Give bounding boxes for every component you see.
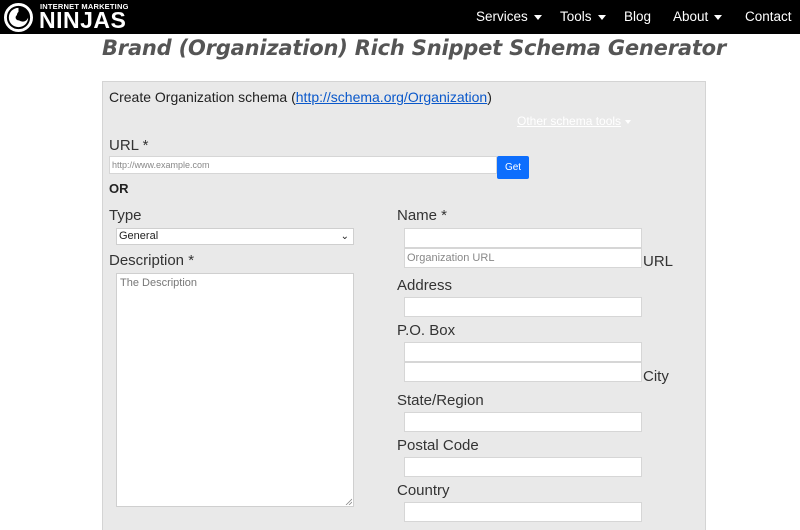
city-label: City xyxy=(643,368,669,385)
panel-heading-suffix: ) xyxy=(487,89,492,105)
ninja-logo-icon xyxy=(4,3,33,32)
description-textarea[interactable] xyxy=(116,273,354,507)
other-schema-tools-label: Other schema tools xyxy=(517,114,622,128)
nav-tools[interactable]: Tools xyxy=(560,0,606,34)
pobox-label: P.O. Box xyxy=(397,322,456,339)
nav-about[interactable]: About xyxy=(673,0,723,34)
type-select[interactable]: General ⌄ xyxy=(116,228,354,245)
address-input[interactable] xyxy=(404,297,642,317)
nav-blog[interactable]: Blog xyxy=(624,0,651,34)
nav-services[interactable]: Services xyxy=(476,0,542,34)
postal-code-label: Postal Code xyxy=(397,437,479,454)
postal-code-input[interactable] xyxy=(404,457,642,477)
name-input[interactable] xyxy=(404,228,642,248)
url-label: URL * xyxy=(109,137,149,154)
schema-org-link[interactable]: http://schema.org/Organization xyxy=(296,89,487,105)
country-input[interactable] xyxy=(404,502,642,522)
or-separator: OR xyxy=(109,181,129,196)
city-input[interactable] xyxy=(404,362,642,382)
logo-main-text: NINJAS xyxy=(39,7,127,33)
page-title: Brand (Organization) Rich Snippet Schema… xyxy=(102,36,727,60)
type-label: Type xyxy=(109,207,142,224)
resize-grip-icon[interactable] xyxy=(345,498,352,505)
nav-tools-label: Tools xyxy=(560,9,592,24)
caret-down-icon xyxy=(714,14,723,20)
nav-blog-label: Blog xyxy=(624,9,652,24)
nav-about-label: About xyxy=(673,9,709,24)
country-label: Country xyxy=(397,482,450,499)
other-schema-tools-dropdown[interactable]: Other schema tools xyxy=(517,114,632,128)
nav-services-label: Services xyxy=(476,9,528,24)
pobox-input[interactable] xyxy=(404,342,642,362)
state-region-input[interactable] xyxy=(404,412,642,432)
get-button[interactable]: Get xyxy=(497,156,529,179)
url-input[interactable] xyxy=(109,156,497,174)
top-navbar: INTERNET MARKETING NINJAS Services Tools… xyxy=(0,0,800,34)
address-label: Address xyxy=(397,277,453,294)
panel-heading: Create Organization schema (http://schem… xyxy=(109,89,492,105)
type-select-value: General xyxy=(119,230,159,242)
url-side-label: URL xyxy=(643,253,674,270)
description-label: Description * xyxy=(109,252,195,269)
state-region-label: State/Region xyxy=(397,392,484,409)
caret-down-icon xyxy=(533,14,542,20)
caret-down-icon xyxy=(625,119,632,124)
nav-contact-label: Contact xyxy=(745,9,792,24)
nav-contact[interactable]: Contact xyxy=(745,0,792,34)
name-label: Name * xyxy=(397,207,448,224)
organization-url-input[interactable] xyxy=(404,248,642,268)
panel-heading-prefix: Create Organization schema ( xyxy=(109,89,296,105)
caret-down-icon xyxy=(597,14,606,20)
chevron-down-icon: ⌄ xyxy=(340,231,349,242)
